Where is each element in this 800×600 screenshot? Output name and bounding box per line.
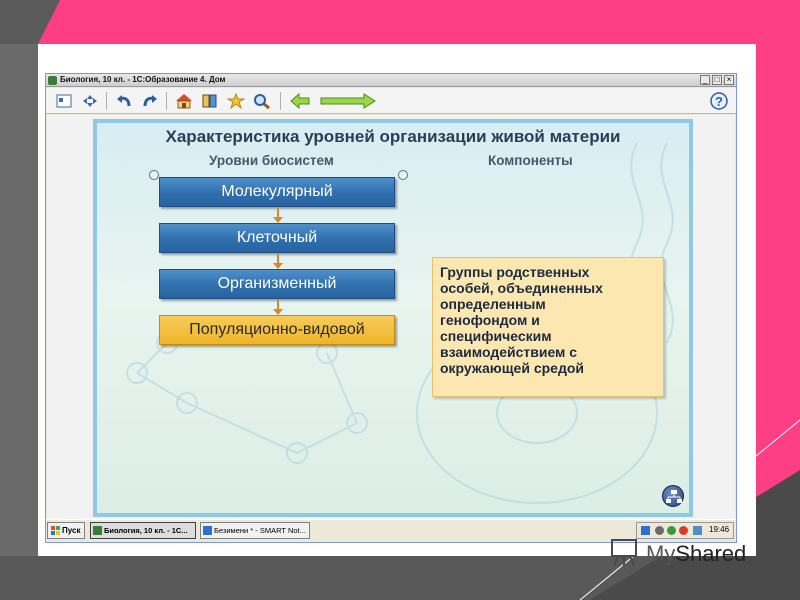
level-button-population-species[interactable]: Популяционно-видовой (159, 315, 395, 345)
clock: 19:46 (709, 525, 730, 534)
component-description: Группы родственных особей, объединенных … (432, 257, 664, 397)
toolbar-separator (280, 92, 281, 110)
presentation-board-icon (611, 539, 637, 567)
myshared-watermark: MyShared (608, 536, 768, 572)
description-line: генофондом и (440, 312, 540, 328)
back-arrow-icon[interactable] (290, 92, 310, 110)
components-header: Компоненты (488, 153, 573, 168)
close-button[interactable]: × (724, 75, 734, 85)
left-connector-knob (149, 170, 159, 180)
star-icon[interactable] (226, 92, 246, 110)
app-icon (93, 526, 102, 535)
toolbar-separator (106, 92, 107, 110)
window-title: Биология, 10 кл. - 1С:Образование 4. Дом (60, 75, 226, 84)
lesson-panel: Характеристика уровней организации живой… (93, 119, 693, 517)
taskbar-item-smart-notebook[interactable]: Безимени * - SMART Not... (200, 522, 310, 539)
watermark-text: MyShared (646, 541, 746, 567)
minimize-button[interactable]: _ (700, 75, 710, 85)
svg-text:?: ? (715, 94, 723, 109)
description-line: особей, объединенных (440, 280, 603, 296)
down-arrow-icon (273, 300, 283, 315)
taskbar-item-label: Биология, 10 кл. - 1С... (104, 526, 188, 535)
security-icon[interactable] (679, 526, 688, 535)
title-bar: Биология, 10 кл. - 1С:Образование 4. Дом… (46, 74, 736, 87)
toolbar-separator (166, 92, 167, 110)
forward-arrow-icon[interactable] (320, 92, 376, 110)
network-icon[interactable] (667, 526, 676, 535)
windows-logo-icon (51, 526, 60, 535)
right-connector-knob (398, 170, 408, 180)
down-arrow-icon (273, 254, 283, 269)
description-line: Группы родственных (440, 264, 590, 280)
language-icon[interactable] (641, 526, 650, 535)
maximize-button[interactable]: □ (712, 75, 722, 85)
monitor-icon[interactable] (693, 526, 702, 535)
app-window: Биология, 10 кл. - 1С:Образование 4. Дом… (45, 73, 737, 543)
description-line: определенным (440, 296, 546, 312)
level-button-cellular[interactable]: Клеточный (159, 223, 395, 253)
toolbar: ? (46, 88, 736, 114)
sitemap-icon[interactable] (662, 485, 684, 507)
view-icon[interactable] (54, 92, 74, 110)
down-arrow-icon (273, 208, 283, 223)
start-label: Пуск (62, 526, 81, 535)
help-icon[interactable]: ? (709, 92, 729, 110)
undo-icon[interactable] (114, 92, 134, 110)
notebook-icon (203, 526, 212, 535)
description-line: окружающей средой (440, 360, 584, 376)
taskbar-item-biology[interactable]: Биология, 10 кл. - 1С... (90, 522, 196, 539)
level-button-molecular[interactable]: Молекулярный (159, 177, 395, 207)
description-line: специфическим (440, 328, 552, 344)
navigate-icon[interactable] (80, 92, 100, 110)
description-line: взаимодействием с (440, 344, 578, 360)
content-area: Характеристика уровней организации живой… (47, 115, 735, 519)
page-title: Характеристика уровней организации живой… (165, 127, 621, 146)
start-button[interactable]: Пуск (47, 522, 85, 539)
taskbar-item-label: Безимени * - SMART Not... (214, 526, 306, 535)
level-button-organism[interactable]: Организменный (159, 269, 395, 299)
redo-icon[interactable] (140, 92, 160, 110)
book-icon[interactable] (200, 92, 220, 110)
speaker-icon[interactable] (655, 526, 664, 535)
watermark-text-a: My (646, 541, 676, 566)
app-icon (48, 76, 57, 85)
search-icon[interactable] (252, 92, 272, 110)
watermark-text-b: Shared (675, 541, 747, 566)
levels-header: Уровни биосистем (209, 153, 334, 168)
home-icon[interactable] (174, 92, 194, 110)
